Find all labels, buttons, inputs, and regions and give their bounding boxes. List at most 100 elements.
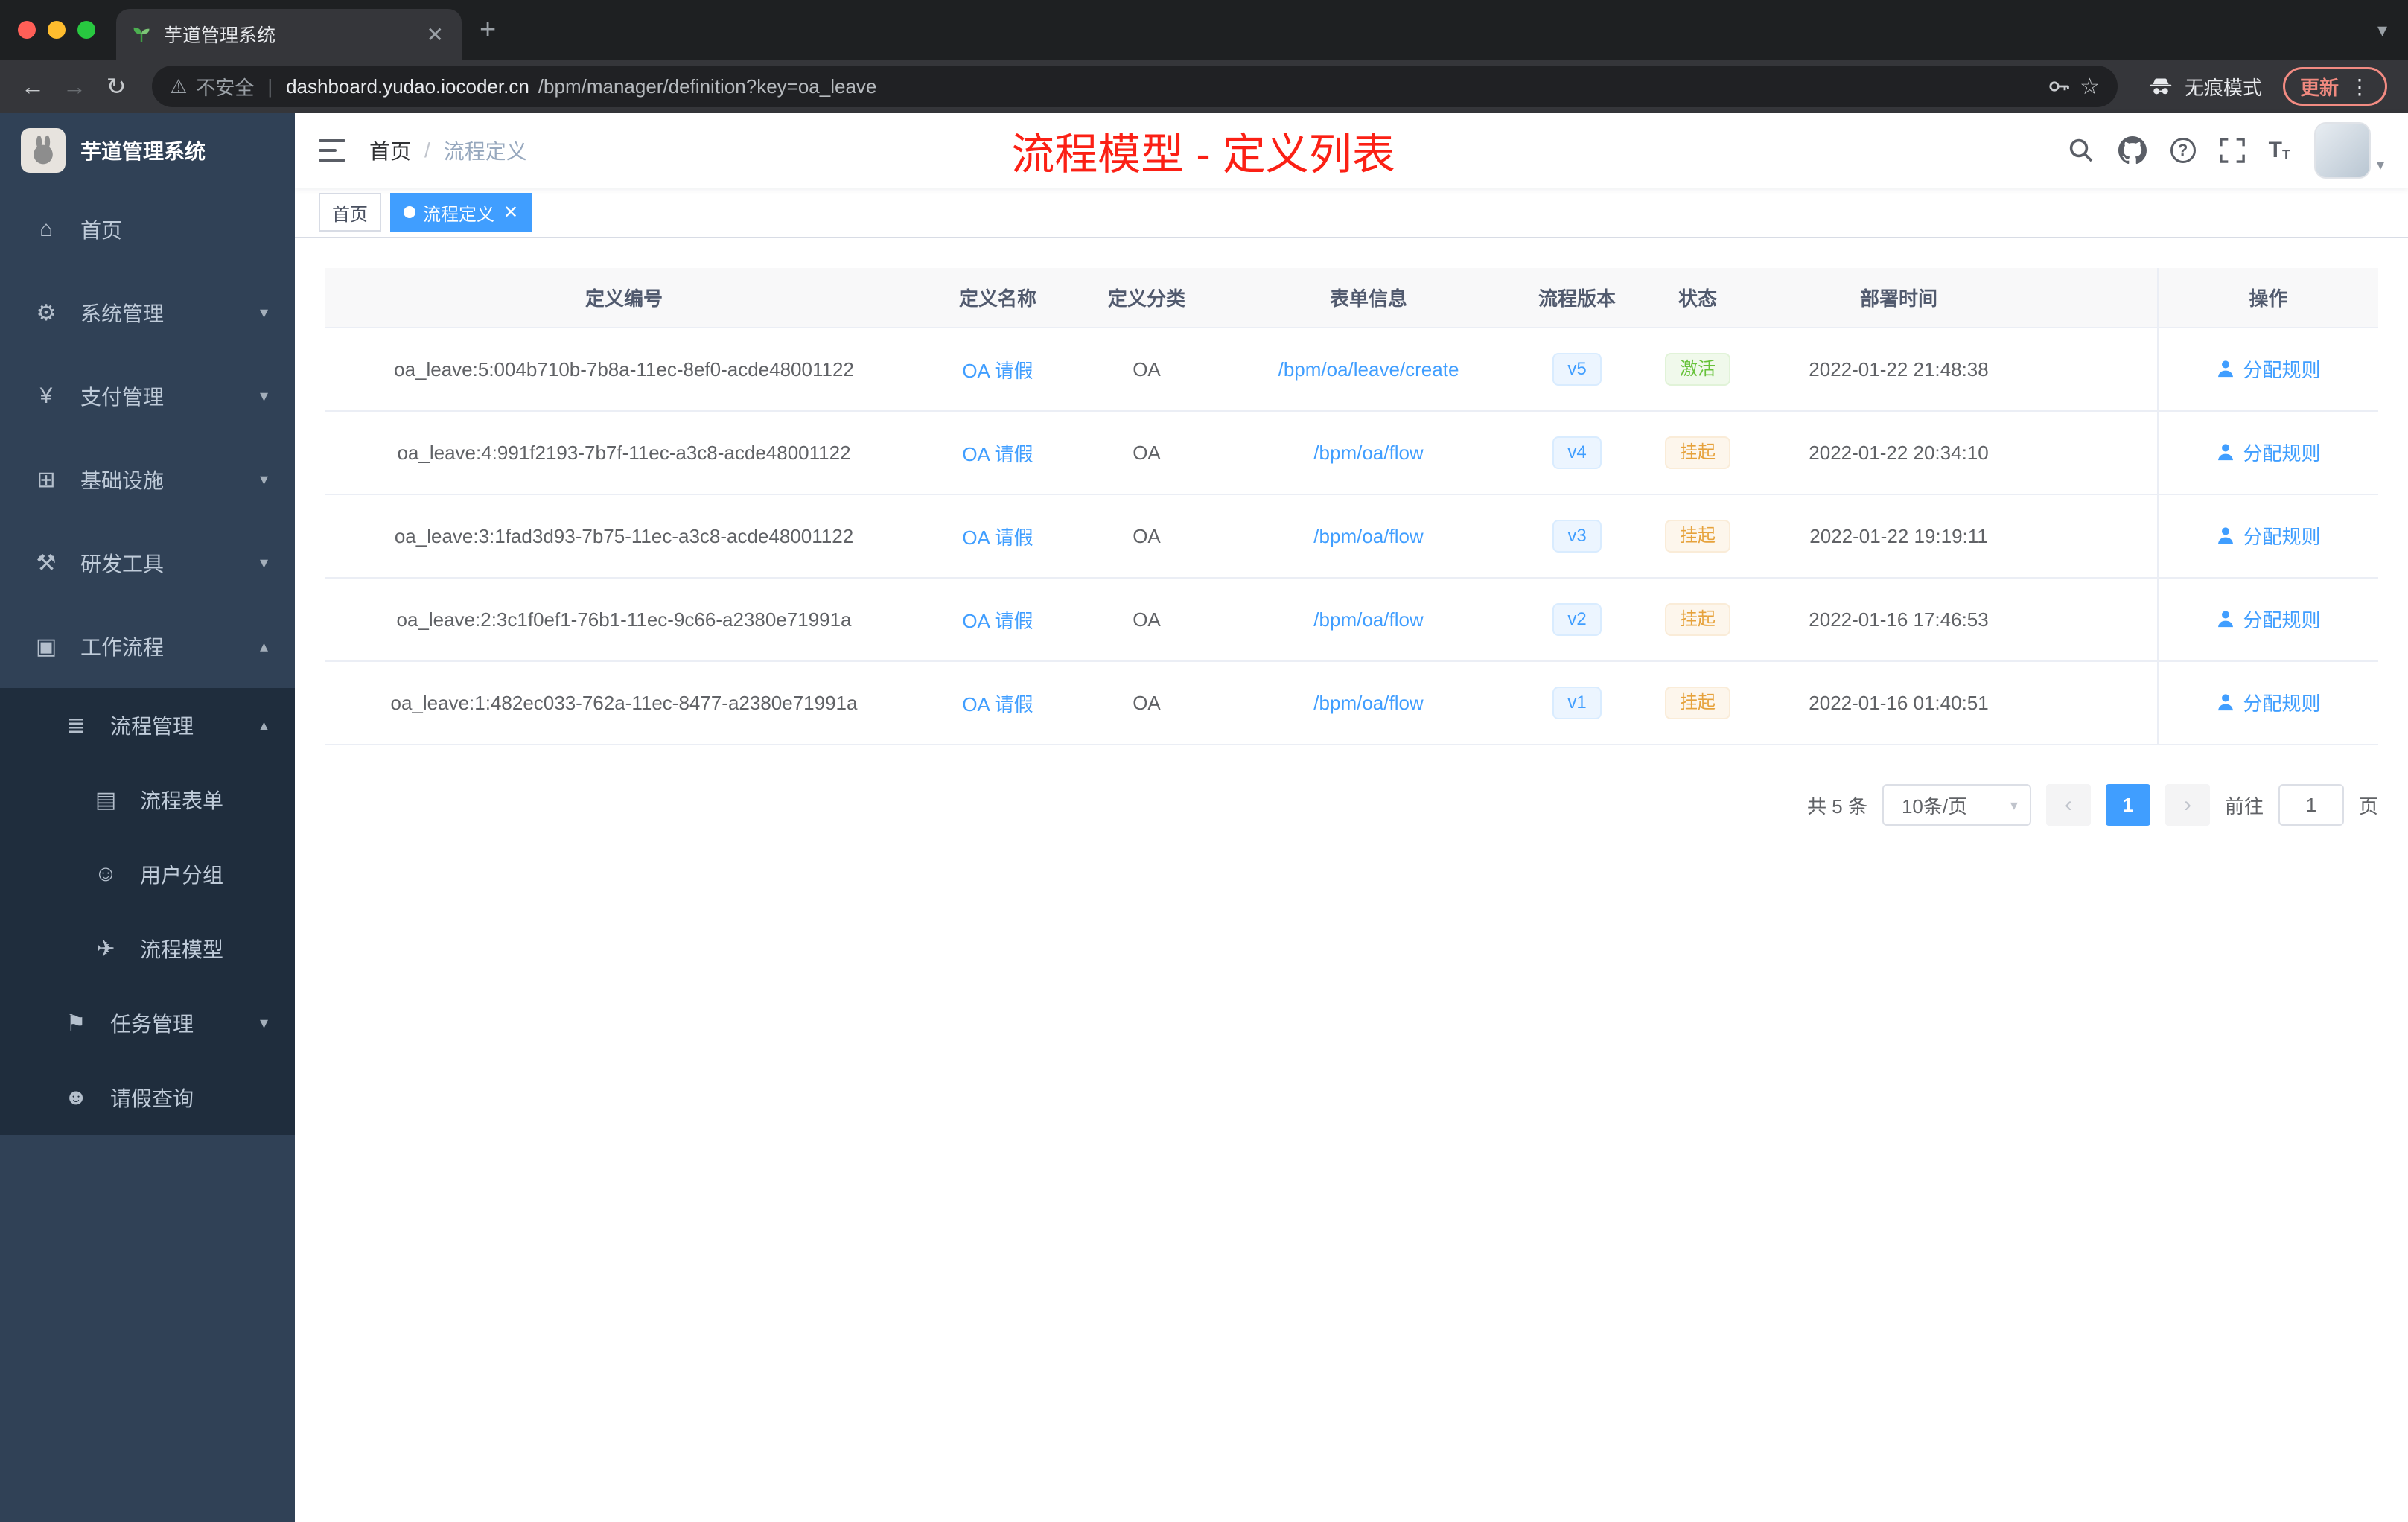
definition-category: OA — [1072, 328, 1221, 412]
form-info-link[interactable]: /bpm/oa/leave/create — [1278, 358, 1459, 380]
new-tab-button[interactable]: + — [480, 14, 496, 46]
definition-name-link[interactable]: OA 请假 — [962, 693, 1033, 716]
assign-rule-link[interactable]: 分配规则 — [2216, 439, 2321, 466]
document-icon: ▤ — [95, 787, 117, 812]
person-icon — [2218, 360, 2234, 378]
chevron-down-icon: ▾ — [259, 303, 268, 322]
github-icon[interactable] — [2118, 136, 2147, 165]
logo-avatar — [21, 128, 66, 173]
flag-icon: ⚑ — [66, 1010, 86, 1036]
bookmark-star-icon[interactable]: ☆ — [2080, 74, 2100, 100]
help-icon[interactable]: ? — [2170, 138, 2196, 163]
col-definition-name: 定义名称 — [923, 268, 1072, 328]
form-info-link[interactable]: /bpm/oa/flow — [1313, 608, 1423, 631]
form-info-link[interactable]: /bpm/oa/flow — [1313, 442, 1423, 464]
update-button[interactable]: 更新 ⋮ — [2282, 67, 2387, 106]
caret-down-icon: ▾ — [2010, 797, 2018, 814]
dev-tools-icon: ⚒ — [36, 550, 57, 576]
filler-cell — [2040, 328, 2158, 412]
filler-cell — [2040, 411, 2158, 495]
assign-rule-link[interactable]: 分配规则 — [2216, 522, 2321, 550]
chevron-up-icon: ▴ — [259, 637, 268, 655]
zoom-window-button[interactable] — [77, 21, 95, 39]
sidebar: 芋道管理系统 ⌂ 首页 ⚙ 系统管理 ▾ ¥ 支付管理 ▾ ⊞ 基础设施 ▾ ⚒… — [0, 113, 295, 1522]
definition-id: oa_leave:5:004b710b-7b8a-11ec-8ef0-acde4… — [325, 328, 923, 412]
menu-dots-icon[interactable]: ⋮ — [2349, 74, 2370, 99]
password-key-icon[interactable] — [2047, 74, 2071, 98]
sidebar-item-task-management[interactable]: ⚑ 任务管理 ▾ — [0, 986, 295, 1060]
tag-process-definition[interactable]: 流程定义 ✕ — [390, 193, 532, 232]
assign-rule-link[interactable]: 分配规则 — [2216, 689, 2321, 716]
url-host: dashboard.yudao.iocoder.cn — [286, 74, 529, 98]
main-content: 首页 / 流程定义 流程模型 - 定义列表 ? TT ▾ 首页 流程定义 ✕ 定… — [295, 113, 2408, 1522]
definition-name-link[interactable]: OA 请假 — [962, 360, 1033, 382]
tags-view: 首页 流程定义 ✕ — [295, 188, 2408, 238]
active-dot — [404, 206, 415, 218]
table-row: oa_leave:5:004b710b-7b8a-11ec-8ef0-acde4… — [325, 328, 2378, 412]
tag-close-icon[interactable]: ✕ — [503, 202, 518, 223]
reload-button[interactable]: ↻ — [95, 66, 137, 107]
sidebar-item-process-model[interactable]: ✈ 流程模型 — [0, 911, 295, 986]
assign-rule-link[interactable]: 分配规则 — [2216, 355, 2321, 383]
close-window-button[interactable] — [18, 21, 36, 39]
minimize-window-button[interactable] — [48, 21, 66, 39]
breadcrumb-separator: / — [424, 138, 430, 162]
status-badge: 激活 — [1665, 353, 1730, 386]
version-badge: v3 — [1552, 520, 1602, 553]
sidebar-item-workflow[interactable]: ▣ 工作流程 ▴ — [0, 605, 295, 688]
goto-page-input[interactable] — [2278, 784, 2344, 826]
font-size-icon[interactable]: TT — [2269, 138, 2290, 163]
form-info-link[interactable]: /bpm/oa/flow — [1313, 525, 1423, 547]
deploy-time: 2022-01-16 17:46:53 — [1757, 578, 2040, 662]
update-label: 更新 — [2299, 76, 2339, 99]
version-badge: v5 — [1552, 353, 1602, 386]
search-icon[interactable] — [2068, 137, 2095, 164]
page-size-select[interactable]: 10条/页 ▾ — [1882, 784, 2031, 826]
sidebar-item-payment[interactable]: ¥ 支付管理 ▾ — [0, 354, 295, 438]
back-button[interactable]: ← — [12, 66, 54, 107]
table-body: oa_leave:5:004b710b-7b8a-11ec-8ef0-acde4… — [325, 328, 2378, 745]
workflow-submenu: ≣ 流程管理 ▴ ▤ 流程表单 ☺ 用户分组 ✈ 流程模型 ⚑ 任务管理 ▾ ☻… — [0, 688, 295, 1135]
definition-id: oa_leave:1:482ec033-762a-11ec-8477-a2380… — [325, 661, 923, 745]
workflow-icon: ▣ — [35, 634, 57, 659]
sidebar-item-dev-tools[interactable]: ⚒ 研发工具 ▾ — [0, 521, 295, 605]
form-info-link[interactable]: /bpm/oa/flow — [1313, 692, 1423, 714]
sidebar-item-infrastructure[interactable]: ⊞ 基础设施 ▾ — [0, 438, 295, 521]
fullscreen-icon[interactable] — [2219, 138, 2245, 163]
incognito-label: 无痕模式 — [2184, 76, 2262, 99]
col-actions: 操作 — [2157, 268, 2378, 328]
sidebar-item-user-group[interactable]: ☺ 用户分组 — [0, 837, 295, 911]
forward-button[interactable]: → — [54, 66, 95, 107]
sidebar-item-leave-query[interactable]: ☻ 请假查询 — [0, 1060, 295, 1135]
definition-id: oa_leave:3:1fad3d93-7b75-11ec-a3c8-acde4… — [325, 494, 923, 579]
user-avatar[interactable] — [2313, 122, 2371, 179]
current-page-button[interactable]: 1 — [2105, 784, 2150, 826]
definition-name-link[interactable]: OA 请假 — [962, 526, 1033, 549]
top-navbar: 首页 / 流程定义 流程模型 - 定义列表 ? TT ▾ — [295, 113, 2408, 188]
sidebar-toggle-icon[interactable] — [319, 139, 345, 162]
tab-title: 芋道管理系统 — [164, 25, 276, 46]
user-avatar-wrap[interactable]: ▾ — [2313, 122, 2384, 179]
prev-page-button[interactable]: ‹ — [2045, 784, 2091, 826]
assign-rule-link[interactable]: 分配规则 — [2216, 605, 2321, 633]
address-bar[interactable]: ⚠ 不安全 | dashboard.yudao.iocoder.cn /bpm/… — [152, 66, 2118, 107]
definition-name-link[interactable]: OA 请假 — [962, 610, 1033, 632]
sidebar-item-home[interactable]: ⌂ 首页 — [0, 188, 295, 271]
definition-name-link[interactable]: OA 请假 — [962, 443, 1033, 465]
tab-search-icon[interactable]: ▾ — [2377, 19, 2387, 42]
next-page-button[interactable]: › — [2165, 784, 2210, 826]
col-filler — [2040, 268, 2158, 328]
tab-close-icon[interactable]: ✕ — [424, 22, 447, 47]
browser-tab[interactable]: 芋道管理系统 ✕ — [116, 9, 462, 60]
sidebar-item-process-management[interactable]: ≣ 流程管理 ▴ — [0, 688, 295, 762]
sidebar-item-process-form[interactable]: ▤ 流程表单 — [0, 762, 295, 837]
deploy-time: 2022-01-16 01:40:51 — [1757, 661, 2040, 745]
breadcrumb-current: 流程定义 — [443, 140, 527, 163]
content-area: 定义编号 定义名称 定义分类 表单信息 流程版本 状态 部署时间 操作 oa_l… — [295, 238, 2408, 1522]
sidebar-item-system[interactable]: ⚙ 系统管理 ▾ — [0, 271, 295, 354]
gear-icon: ⚙ — [36, 300, 57, 325]
tag-home[interactable]: 首页 — [319, 193, 381, 232]
chevron-down-icon: ▾ — [259, 470, 268, 488]
breadcrumb-home[interactable]: 首页 — [369, 136, 411, 165]
omnibox-divider: | — [267, 74, 273, 98]
